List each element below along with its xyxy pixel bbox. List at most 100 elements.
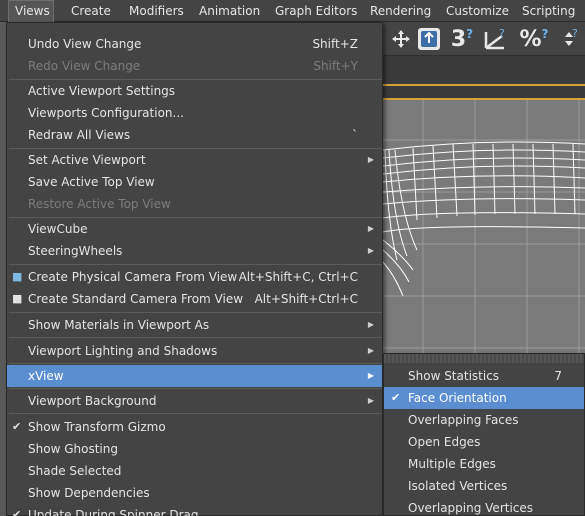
menu-item-viewport-lighting-and-shadows[interactable]: Viewport Lighting and Shadows ▶ [7, 340, 382, 362]
menu-item-show-ghosting[interactable]: Show Ghosting [7, 438, 382, 460]
main-toolbar: 3? ? %? ? [383, 22, 585, 56]
menu-separator [9, 312, 382, 313]
menu-create[interactable]: Create [71, 0, 111, 22]
menu-item-shade-selected[interactable]: Shade Selected [7, 460, 382, 482]
standard-camera-icon: ■ [12, 292, 23, 305]
menu-item-label: Set Active Viewport [28, 153, 146, 167]
snap-toggle-icon[interactable] [416, 26, 442, 52]
menu-item-xview[interactable]: xView ▶ [7, 365, 382, 387]
submenu-item-label: Face Orientation [408, 391, 507, 405]
menu-item-redo-view-change[interactable]: Redo View Change Shift+Y [7, 55, 382, 77]
menu-item-shortcut: ` [352, 128, 358, 142]
menu-item-shortcut: Shift+Y [313, 59, 358, 73]
checkmark-icon: ✔ [12, 508, 22, 516]
menu-customize[interactable]: Customize [446, 0, 509, 22]
submenu-arrow-icon: ▶ [367, 246, 374, 255]
menu-item-shortcut: Alt+Shift+C, Ctrl+C [238, 270, 358, 284]
menu-item-label: Show Materials in Viewport As [28, 318, 210, 332]
submenu-item-multiple-edges[interactable]: Multiple Edges [384, 453, 584, 475]
svg-text:?: ? [499, 27, 505, 40]
submenu-item-open-edges[interactable]: Open Edges [384, 431, 584, 453]
menu-scripting[interactable]: Scripting [522, 0, 575, 22]
menu-animation[interactable]: Animation [199, 0, 260, 22]
svg-text:?: ? [572, 27, 578, 40]
menu-item-create-standard-camera[interactable]: ■ Create Standard Camera From View Alt+S… [7, 288, 382, 310]
menu-item-label: SteeringWheels [28, 244, 123, 258]
menu-separator [9, 413, 382, 414]
menu-item-label: Restore Active Top View [28, 197, 171, 211]
submenu-item-label: Overlapping Faces [408, 413, 519, 427]
menu-item-label: Create Standard Camera From View [28, 292, 244, 306]
active-viewport-border [383, 84, 585, 86]
menu-item-label: Show Transform Gizmo [28, 420, 166, 434]
submenu-item-face-orientation[interactable]: ✔ Face Orientation [384, 387, 584, 409]
xview-submenu: Show Statistics 7 ✔ Face Orientation Ove… [383, 353, 585, 516]
menu-item-viewcube[interactable]: ViewCube ▶ [7, 218, 382, 240]
menu-item-show-transform-gizmo[interactable]: ✔ Show Transform Gizmo [7, 416, 382, 438]
menu-separator [9, 363, 382, 364]
menu-graph-editors[interactable]: Graph Editors [275, 0, 357, 22]
submenu-item-label: Show Statistics [408, 369, 500, 383]
select-move-icon[interactable] [389, 26, 413, 52]
menu-modifiers[interactable]: Modifiers [129, 0, 184, 22]
menu-bar: Views Create Modifiers Animation Graph E… [0, 0, 585, 22]
menu-item-steeringwheels[interactable]: SteeringWheels ▶ [7, 240, 382, 262]
menu-item-update-during-spinner-drag[interactable]: ✔ Update During Spinner Drag [7, 504, 382, 516]
submenu-item-overlapping-vertices[interactable]: Overlapping Vertices [384, 497, 584, 516]
menu-item-show-materials-in-viewport-as[interactable]: Show Materials in Viewport As ▶ [7, 314, 382, 336]
menu-views[interactable]: Views [8, 0, 54, 22]
menu-item-save-active-top-view[interactable]: Save Active Top View [7, 171, 382, 193]
angle-snap-toggle-icon[interactable]: ? [481, 26, 511, 52]
submenu-item-label: Multiple Edges [408, 457, 496, 471]
percent-snap-icon[interactable]: %? [519, 26, 549, 52]
menu-rendering[interactable]: Rendering [370, 0, 431, 22]
menu-item-label: Save Active Top View [28, 175, 155, 189]
menu-item-label: ViewCube [28, 222, 88, 236]
physical-camera-icon: ■ [12, 270, 23, 283]
menu-item-shortcut: Shift+Z [312, 37, 358, 51]
menu-item-redraw-all-views[interactable]: Redraw All Views ` [7, 124, 382, 146]
menu-item-label: Redraw All Views [28, 128, 131, 142]
menu-item-set-active-viewport[interactable]: Set Active Viewport ▶ [7, 149, 382, 171]
statistics-count: 7 [554, 369, 562, 383]
menu-item-active-viewport-settings[interactable]: Active Viewport Settings [7, 80, 382, 102]
menu-separator [9, 337, 382, 338]
menu-item-label: Viewports Configuration... [28, 106, 184, 120]
menu-item-undo-view-change[interactable]: Undo View Change Shift+Z [7, 33, 382, 55]
submenu-item-overlapping-faces[interactable]: Overlapping Faces [384, 409, 584, 431]
submenu-item-label: Open Edges [408, 435, 481, 449]
submenu-arrow-icon: ▶ [367, 396, 374, 405]
menu-item-shortcut: Alt+Shift+Ctrl+C [254, 292, 358, 306]
submenu-item-label: Overlapping Vertices [408, 501, 534, 515]
menu-item-show-dependencies[interactable]: Show Dependencies [7, 482, 382, 504]
menu-item-label: Redo View Change [28, 59, 141, 73]
menu-item-label: xView [28, 369, 64, 383]
spinner-snap-icon[interactable]: ? [555, 26, 583, 52]
menu-item-create-physical-camera[interactable]: ■ Create Physical Camera From View Alt+S… [7, 266, 382, 288]
menu-item-label: Create Physical Camera From View [28, 270, 238, 284]
submenu-item-label: Isolated Vertices [408, 479, 508, 493]
checkmark-icon: ✔ [12, 420, 22, 433]
menu-item-restore-active-top-view[interactable]: Restore Active Top View [7, 193, 382, 215]
menu-item-label: Update During Spinner Drag [28, 508, 199, 516]
menu-item-label: Undo View Change [28, 37, 142, 51]
menu-item-label: Viewport Background [28, 394, 157, 408]
viewport-header [383, 56, 585, 98]
submenu-item-show-statistics[interactable]: Show Statistics 7 [384, 365, 584, 387]
menu-item-viewport-background[interactable]: Viewport Background ▶ [7, 390, 382, 412]
menu-item-label: Show Dependencies [28, 486, 150, 500]
checkmark-icon: ✔ [391, 391, 401, 404]
submenu-arrow-icon: ▶ [367, 155, 374, 164]
submenu-arrow-icon: ▶ [367, 320, 374, 329]
menu-item-label: Shade Selected [28, 464, 122, 478]
menu-item-viewports-configuration[interactable]: Viewports Configuration... [7, 102, 382, 124]
submenu-arrow-icon: ▶ [367, 371, 374, 380]
views-dropdown-menu: Undo View Change Shift+Z Redo View Chang… [6, 22, 383, 516]
submenu-item-isolated-vertices[interactable]: Isolated Vertices [384, 475, 584, 497]
menu-item-label: Viewport Lighting and Shadows [28, 344, 218, 358]
menu-separator [9, 388, 382, 389]
menu-item-label: Show Ghosting [28, 442, 118, 456]
angle-snap-icon[interactable]: 3? [447, 26, 477, 52]
submenu-arrow-icon: ▶ [367, 346, 374, 355]
menu-separator [9, 264, 382, 265]
